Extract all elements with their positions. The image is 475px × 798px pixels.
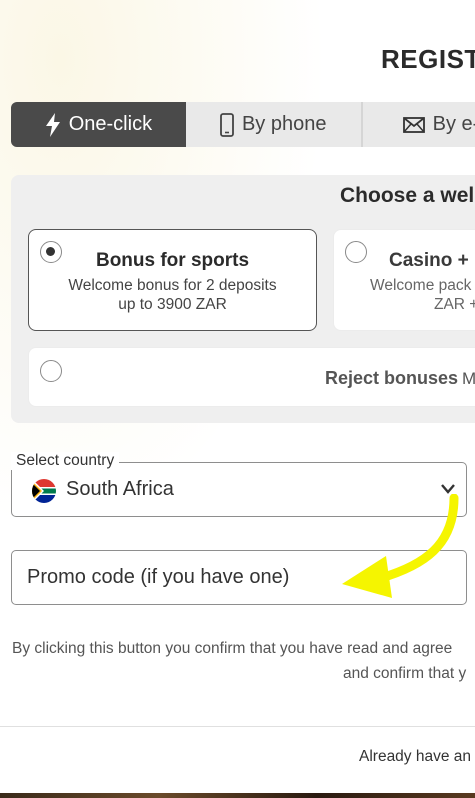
tab-by-email-label: By e- — [432, 113, 475, 135]
promo-code-input[interactable] — [12, 551, 466, 604]
tab-one-click[interactable]: One-click — [11, 102, 186, 147]
reject-bonus-radio[interactable] — [40, 360, 62, 382]
tab-by-email[interactable]: By e- — [362, 102, 475, 147]
bonus-heading: Choose a welc — [340, 184, 475, 207]
bottom-background-strip — [0, 793, 475, 798]
bonus-option-description: Welcome bonus for 2 deposits up to 3900 … — [29, 276, 316, 314]
phone-icon — [220, 112, 234, 137]
country-select[interactable]: South Africa — [11, 462, 467, 517]
divider — [0, 726, 475, 727]
disclaimer-text-line-2: and confirm that y — [343, 665, 467, 682]
bonus-desc-line-2: ZAR + — [434, 296, 475, 313]
lightning-icon — [45, 112, 60, 137]
country-label: Select country — [11, 452, 120, 470]
registration-tabs: One-click By phone By e- — [11, 102, 475, 147]
bonus-option-sports[interactable]: Bonus for sports Welcome bonus for 2 dep… — [28, 229, 317, 331]
bonus-desc-line-1: Welcome pack — [370, 277, 472, 294]
reject-extra-text: M — [462, 369, 475, 388]
bonus-option-title: Bonus for sports — [95, 250, 250, 271]
bonus-option-reject[interactable]: Reject bonuses M — [28, 347, 475, 407]
bonus-option-description: Welcome pack ZAR + — [370, 276, 475, 314]
disclaimer-text-line-1: By clicking this button you confirm that… — [12, 640, 453, 657]
chevron-down-icon[interactable] — [440, 483, 456, 495]
bonus-panel: Choose a welc Bonus for sports Welcome b… — [11, 175, 475, 423]
tab-by-phone[interactable]: By phone — [185, 102, 363, 147]
envelope-icon — [402, 116, 425, 133]
bonus-option-casino[interactable]: Casino + M Welcome pack ZAR + — [333, 229, 475, 331]
tab-one-click-label: One-click — [68, 113, 153, 135]
bonus-desc-line-2: up to 3900 ZAR — [118, 296, 227, 313]
bonus-option-title: Casino + M — [389, 250, 475, 271]
page-title: REGIST — [381, 44, 475, 74]
casino-bonus-radio[interactable] — [345, 241, 367, 263]
login-link[interactable]: Already have an — [359, 748, 471, 766]
tab-by-phone-label: By phone — [241, 113, 327, 135]
promo-code-field[interactable] — [11, 550, 467, 605]
bonus-option-title: Reject bonuses — [325, 368, 459, 388]
south-africa-flag-icon — [32, 479, 56, 503]
bonus-desc-line-1: Welcome bonus for 2 deposits — [68, 277, 277, 294]
country-value: South Africa — [66, 478, 174, 500]
registration-page: REGIST One-click By phone By e- Choose a — [0, 0, 475, 798]
